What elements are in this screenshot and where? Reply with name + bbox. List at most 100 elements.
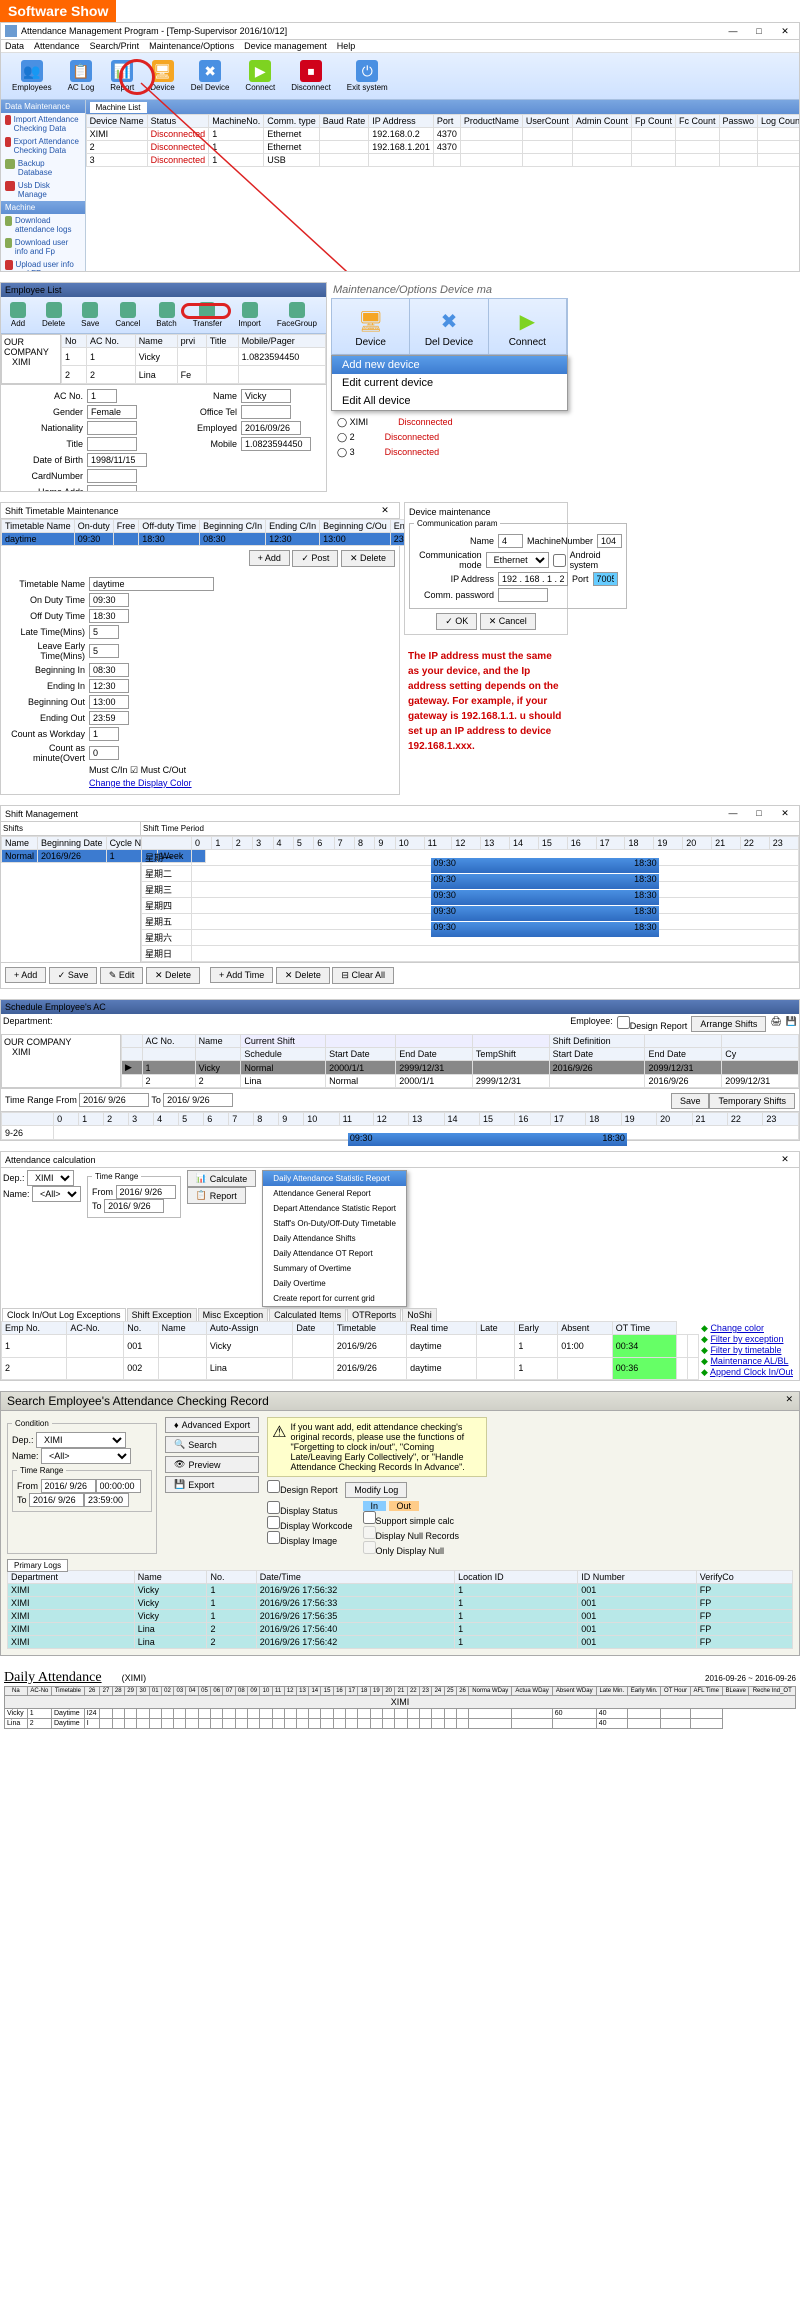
calc-tab[interactable]: Shift Exception [127,1308,197,1322]
sm-edit[interactable]: ✎ Edit [100,967,144,984]
tt-must-cin[interactable]: Must C/In ☑ Must C/Out [89,765,186,776]
min-icon[interactable]: — [723,808,743,819]
report-menu-item[interactable]: Daily Attendance Shifts [263,1231,406,1246]
menu-help[interactable]: Help [337,41,356,51]
dm-port[interactable] [593,572,618,586]
tt-end-out[interactable] [89,711,129,725]
modify-log-btn[interactable]: Modify Log [345,1482,407,1498]
sidebar-item[interactable]: Import Attendance Checking Data [1,113,85,135]
cn-field[interactable] [87,469,137,483]
sm-del[interactable]: ✕ Delete [146,967,200,984]
search-row[interactable]: XIMIVicky12016/9/26 17:56:331001FP [8,1597,793,1610]
design-report-chk[interactable] [267,1480,280,1493]
emp-row[interactable]: 22LinaFe [62,366,326,384]
close-icon[interactable]: ✕ [785,1394,793,1408]
calc-tab[interactable]: Calculated Items [269,1308,346,1322]
company-tree[interactable]: OUR COMPANY XIMI [1,334,61,384]
calc-row[interactable]: 2002Lina2016/9/26daytime100:36 [2,1357,699,1380]
close-icon[interactable]: ✕ [775,808,795,819]
dm-android-chk[interactable] [553,554,566,567]
calc-to[interactable] [104,1199,164,1213]
calc-link[interactable]: ◆ Append Clock In/Out [701,1367,797,1378]
aclog-button[interactable]: 📋AC Log [61,57,102,95]
emp-add-button[interactable]: Add [3,299,33,331]
sched-row[interactable]: ▶1VickyNormal2000/1/12999/12/312016/9/26… [122,1061,799,1075]
exit-button[interactable]: ⏻Exit system [340,57,395,95]
search-to-t[interactable] [84,1493,129,1507]
sched-to[interactable] [163,1093,233,1107]
adv-export-btn[interactable]: ♦ Advanced Export [165,1417,259,1433]
calc-from[interactable] [116,1185,176,1199]
dm-ip[interactable] [498,572,568,586]
sm-add[interactable]: + Add [5,967,46,983]
tt-name[interactable] [89,577,214,591]
search-row[interactable]: XIMIVicky12016/9/26 17:56:351001FP [8,1610,793,1623]
report-button[interactable]: 📊Report [103,57,141,95]
calc-name[interactable]: <All> [32,1186,81,1202]
search-from-d[interactable] [41,1479,96,1493]
tt-begin-in[interactable] [89,663,129,677]
device-button[interactable]: 🖥Device [143,57,181,95]
calc-tab[interactable]: Misc Exception [198,1308,269,1322]
search-row[interactable]: XIMIVicky12016/9/26 17:56:321001FP [8,1584,793,1597]
report-btn[interactable]: 📋 Report [187,1187,246,1204]
dm-mode[interactable]: Ethernet [486,552,549,568]
max-button[interactable]: □ [749,26,769,37]
tt-onduty[interactable] [89,593,129,607]
calc-link[interactable]: ◆ Change color [701,1323,797,1334]
calc-dep[interactable]: XIMI [27,1170,74,1186]
deldevice-button[interactable]: ✖Del Device [184,57,237,95]
report-menu-item[interactable]: Depart Attendance Statistic Report [263,1201,406,1216]
machine-row[interactable]: XIMIDisconnected1Ethernet192.168.0.24370 [86,128,800,141]
sm-save[interactable]: ✓ Save [49,967,98,984]
dm-ok-button[interactable]: ✓ OK [436,613,477,630]
emp-row[interactable]: 11Vicky1.0823594450 [62,348,326,366]
sidebar-item[interactable]: Download user info and Fp [1,236,85,258]
sched-save-btn[interactable]: Save [671,1093,710,1109]
tt-workday[interactable] [89,727,119,741]
calc-link[interactable]: ◆ Filter by timetable [701,1345,797,1356]
sidebar-item[interactable]: Upload user info and FP [1,258,85,272]
report-menu-item[interactable]: Daily Attendance OT Report [263,1246,406,1261]
sm-addtime[interactable]: + Add Time [210,967,273,983]
close-button[interactable]: ✕ [775,26,795,37]
connect-button[interactable]: ▶Connect [238,57,282,95]
search-from-t[interactable] [96,1479,141,1493]
min-button[interactable]: — [723,26,743,37]
menu-device-management[interactable]: Device management [244,41,327,51]
sidebar-item[interactable]: Backup Database [1,157,85,179]
max-icon[interactable]: □ [749,808,769,819]
dm-pass[interactable] [498,588,548,602]
tt-add-button[interactable]: + Add [249,550,290,566]
dm-mn[interactable] [597,534,622,548]
ha-field[interactable] [87,485,137,492]
close-icon[interactable]: ✕ [775,1154,795,1165]
sidebar-item[interactable]: Export Attendance Checking Data [1,135,85,157]
calc-tab[interactable]: NoShi [402,1308,437,1322]
calculate-btn[interactable]: 📊 Calculate [187,1170,257,1187]
report-menu-item[interactable]: Daily Overtime [263,1276,406,1291]
tt-offduty[interactable] [89,609,129,623]
device-menu-item[interactable]: Add new device [332,356,567,374]
sidebar-item[interactable]: Usb Disk Manage [1,179,85,201]
simple-calc-chk[interactable] [363,1511,376,1524]
report-menu-item[interactable]: Staff's On-Duty/Off-Duty Timetable [263,1216,406,1231]
tt-end-in[interactable] [89,679,129,693]
search-row[interactable]: XIMILina22016/9/26 17:56:401001FP [8,1623,793,1636]
disconnect-button[interactable]: ⏹Disconnect [284,57,338,95]
change-color-link[interactable]: Change the Display Color [89,778,192,788]
name-field[interactable] [241,389,291,403]
gender-field[interactable] [87,405,137,419]
preview-btn[interactable]: 👁 Preview [165,1456,259,1473]
menu-maintenance-options[interactable]: Maintenance/Options [149,41,234,51]
menu-data[interactable]: Data [5,41,24,51]
calc-tab[interactable]: Clock In/Out Log Exceptions [2,1308,126,1322]
emp-field[interactable] [241,421,301,435]
emp-transfer-button[interactable]: Transfer [186,299,230,331]
device-menu-item[interactable]: Edit current device [332,374,567,392]
machine-row[interactable]: 2Disconnected1Ethernet192.168.1.2014370 [86,141,800,154]
tt-minute[interactable] [89,746,119,760]
tt-late[interactable] [89,625,119,639]
emp-facegroup-button[interactable]: FaceGroup [270,299,324,331]
emp-cancel-button[interactable]: Cancel [108,299,147,331]
